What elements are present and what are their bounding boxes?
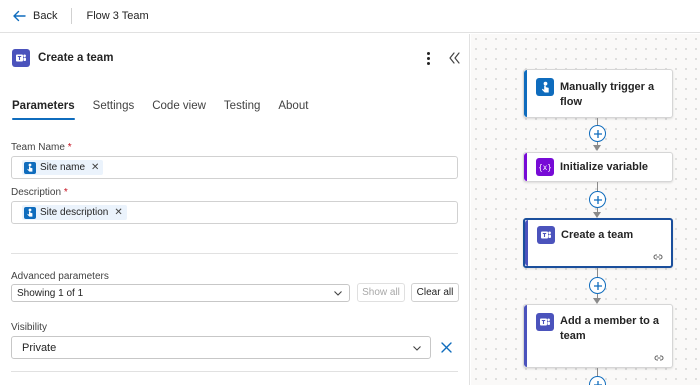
flow-name: Flow 3 Team [86, 10, 149, 22]
required-mark: * [67, 142, 72, 153]
link-icon [653, 254, 663, 260]
teams-icon [537, 226, 555, 244]
node-initialize-variable[interactable]: {x} Initialize variable [523, 152, 673, 182]
tab-parameters[interactable]: Parameters [12, 100, 75, 120]
panel-header: Create a team [12, 48, 113, 68]
node-title: Initialize variable [560, 161, 649, 173]
panel-title: Create a team [38, 52, 114, 64]
remove-token-icon[interactable]: ✕ [114, 207, 122, 218]
tab-settings[interactable]: Settings [93, 100, 135, 120]
action-details-panel: Create a team Parameters Settings Code v… [0, 34, 470, 385]
panel-tabs: Parameters Settings Code view Testing Ab… [12, 100, 326, 120]
tab-about[interactable]: About [278, 100, 308, 120]
node-add-member-to-team[interactable]: Add a member to a team [523, 304, 673, 368]
required-mark: * [63, 187, 68, 198]
visibility-dropdown[interactable]: Private [11, 336, 431, 359]
plus-icon [593, 195, 602, 204]
plus-icon [593, 281, 602, 290]
add-step-button[interactable] [589, 376, 606, 385]
token-label: Site name [40, 162, 86, 173]
node-title: Create a team [561, 229, 634, 241]
back-button[interactable]: Back [12, 9, 57, 23]
node-accent-stripe [524, 153, 527, 181]
clear-visibility-icon[interactable] [440, 341, 453, 354]
collapse-panel-icon[interactable] [447, 50, 461, 66]
svg-text:{x}: {x} [538, 163, 552, 172]
section-divider [11, 253, 458, 254]
header-divider [71, 8, 73, 24]
advanced-parameters-dropdown[interactable]: Showing 1 of 1 [11, 284, 350, 302]
add-step-button[interactable] [589, 191, 606, 208]
advanced-parameters-label: Advanced parameters [11, 271, 109, 282]
touch-trigger-icon [536, 78, 554, 96]
plus-icon [593, 129, 602, 138]
top-bar: Back Flow 3 Team [0, 0, 700, 33]
node-title: Add a member to a team [560, 315, 660, 342]
link-icon [654, 355, 664, 361]
node-create-a-team[interactable]: Create a team [523, 218, 673, 268]
node-accent-stripe [524, 70, 527, 117]
add-step-button[interactable] [589, 277, 606, 294]
tab-testing[interactable]: Testing [224, 100, 260, 120]
back-label: Back [33, 10, 58, 22]
tab-code-view[interactable]: Code view [152, 100, 206, 120]
arrow-down-icon [593, 145, 601, 151]
section-divider [11, 371, 458, 372]
back-arrow-icon [13, 10, 26, 22]
teams-icon [12, 49, 30, 67]
node-title: Manually trigger a flow [560, 81, 655, 108]
token-label: Site description [40, 207, 109, 218]
description-label: Description * [11, 187, 68, 198]
chevron-down-icon [334, 291, 342, 296]
plus-icon [593, 380, 602, 385]
team-name-label: Team Name * [11, 142, 72, 153]
touch-trigger-icon [24, 206, 36, 219]
dynamic-content-token[interactable]: Site description ✕ [22, 205, 127, 220]
touch-trigger-icon [24, 161, 36, 174]
variable-icon: {x} [536, 158, 554, 176]
dynamic-content-token[interactable]: Site name ✕ [22, 160, 104, 175]
team-name-field[interactable]: Site name ✕ [11, 156, 458, 179]
add-step-button[interactable] [589, 125, 606, 142]
advanced-parameters-value: Showing 1 of 1 [17, 287, 84, 299]
more-options-icon[interactable] [422, 50, 434, 66]
node-accent-stripe [524, 305, 527, 367]
show-all-button[interactable]: Show all [357, 283, 405, 302]
flow-canvas[interactable]: Manually trigger a flow {x} Initialize v… [471, 34, 700, 385]
teams-icon [536, 313, 554, 331]
description-field[interactable]: Site description ✕ [11, 201, 458, 224]
node-manually-trigger-flow[interactable]: Manually trigger a flow [523, 69, 673, 118]
chevron-down-icon [413, 346, 421, 351]
clear-all-button[interactable]: Clear all [411, 283, 459, 302]
visibility-value: Private [22, 341, 57, 354]
remove-token-icon[interactable]: ✕ [91, 162, 99, 173]
visibility-label: Visibility [11, 322, 47, 333]
node-accent-stripe [525, 220, 528, 266]
